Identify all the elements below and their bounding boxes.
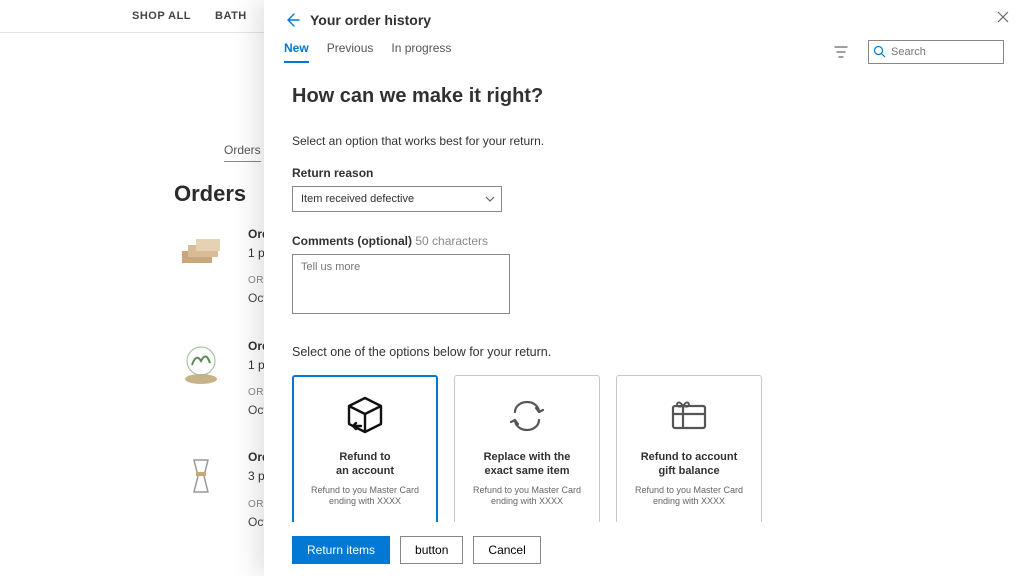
- panel-footer: Return items button Cancel: [264, 522, 1024, 576]
- option-gift-balance[interactable]: Refund to accountgift balance Refund to …: [616, 375, 762, 522]
- comments-input[interactable]: [292, 254, 510, 314]
- order-history-panel: Your order history New Previous In progr…: [264, 0, 1024, 576]
- comments-hint: 50 characters: [415, 234, 488, 248]
- nav-item[interactable]: SHOP ALL: [132, 10, 191, 22]
- subnav-orders[interactable]: Orders: [224, 143, 261, 162]
- search-input[interactable]: [868, 40, 1004, 64]
- comments-label: Comments (optional) 50 characters: [292, 234, 996, 248]
- return-items-button[interactable]: Return items: [292, 536, 390, 564]
- options-instruction: Select one of the options below for your…: [292, 345, 996, 359]
- option-replace[interactable]: Replace with theexact same item Refund t…: [454, 375, 600, 522]
- gift-card-icon: [667, 394, 711, 438]
- reason-value: Item received defective: [301, 193, 414, 205]
- reason-label: Return reason: [292, 166, 996, 180]
- instruction-text: Select an option that works best for you…: [292, 134, 996, 148]
- filter-icon[interactable]: [834, 45, 848, 59]
- tab-new[interactable]: New: [284, 41, 309, 63]
- option-subtitle: Refund to you Master Card ending with XX…: [629, 485, 749, 508]
- close-icon[interactable]: [996, 10, 1010, 24]
- nav-item[interactable]: BATH: [215, 10, 247, 22]
- order-thumbnail: [174, 225, 228, 279]
- tab-previous[interactable]: Previous: [327, 41, 374, 63]
- box-return-icon: [343, 394, 387, 438]
- back-arrow-icon[interactable]: [284, 12, 300, 28]
- order-thumbnail: [174, 337, 228, 391]
- option-subtitle: Refund to you Master Card ending with XX…: [306, 485, 424, 508]
- tab-in-progress[interactable]: In progress: [391, 41, 451, 63]
- option-title: Refund toan account: [336, 450, 394, 479]
- option-title: Replace with theexact same item: [484, 450, 571, 479]
- secondary-button[interactable]: button: [400, 536, 463, 564]
- cancel-button[interactable]: Cancel: [473, 536, 540, 564]
- option-title: Refund to accountgift balance: [641, 450, 738, 479]
- reason-select[interactable]: Item received defective: [292, 186, 502, 212]
- chevron-down-icon: [485, 194, 495, 204]
- option-subtitle: Refund to you Master Card ending with XX…: [467, 485, 587, 508]
- order-thumbnail: [174, 448, 228, 502]
- panel-title: Your order history: [310, 12, 431, 28]
- option-refund-account[interactable]: Refund toan account Refund to you Master…: [292, 375, 438, 522]
- swap-icon: [505, 394, 549, 438]
- headline: How can we make it right?: [292, 85, 996, 108]
- search-box: [868, 40, 1004, 64]
- return-options: Refund toan account Refund to you Master…: [292, 375, 996, 522]
- panel-tabs: New Previous In progress: [284, 41, 451, 63]
